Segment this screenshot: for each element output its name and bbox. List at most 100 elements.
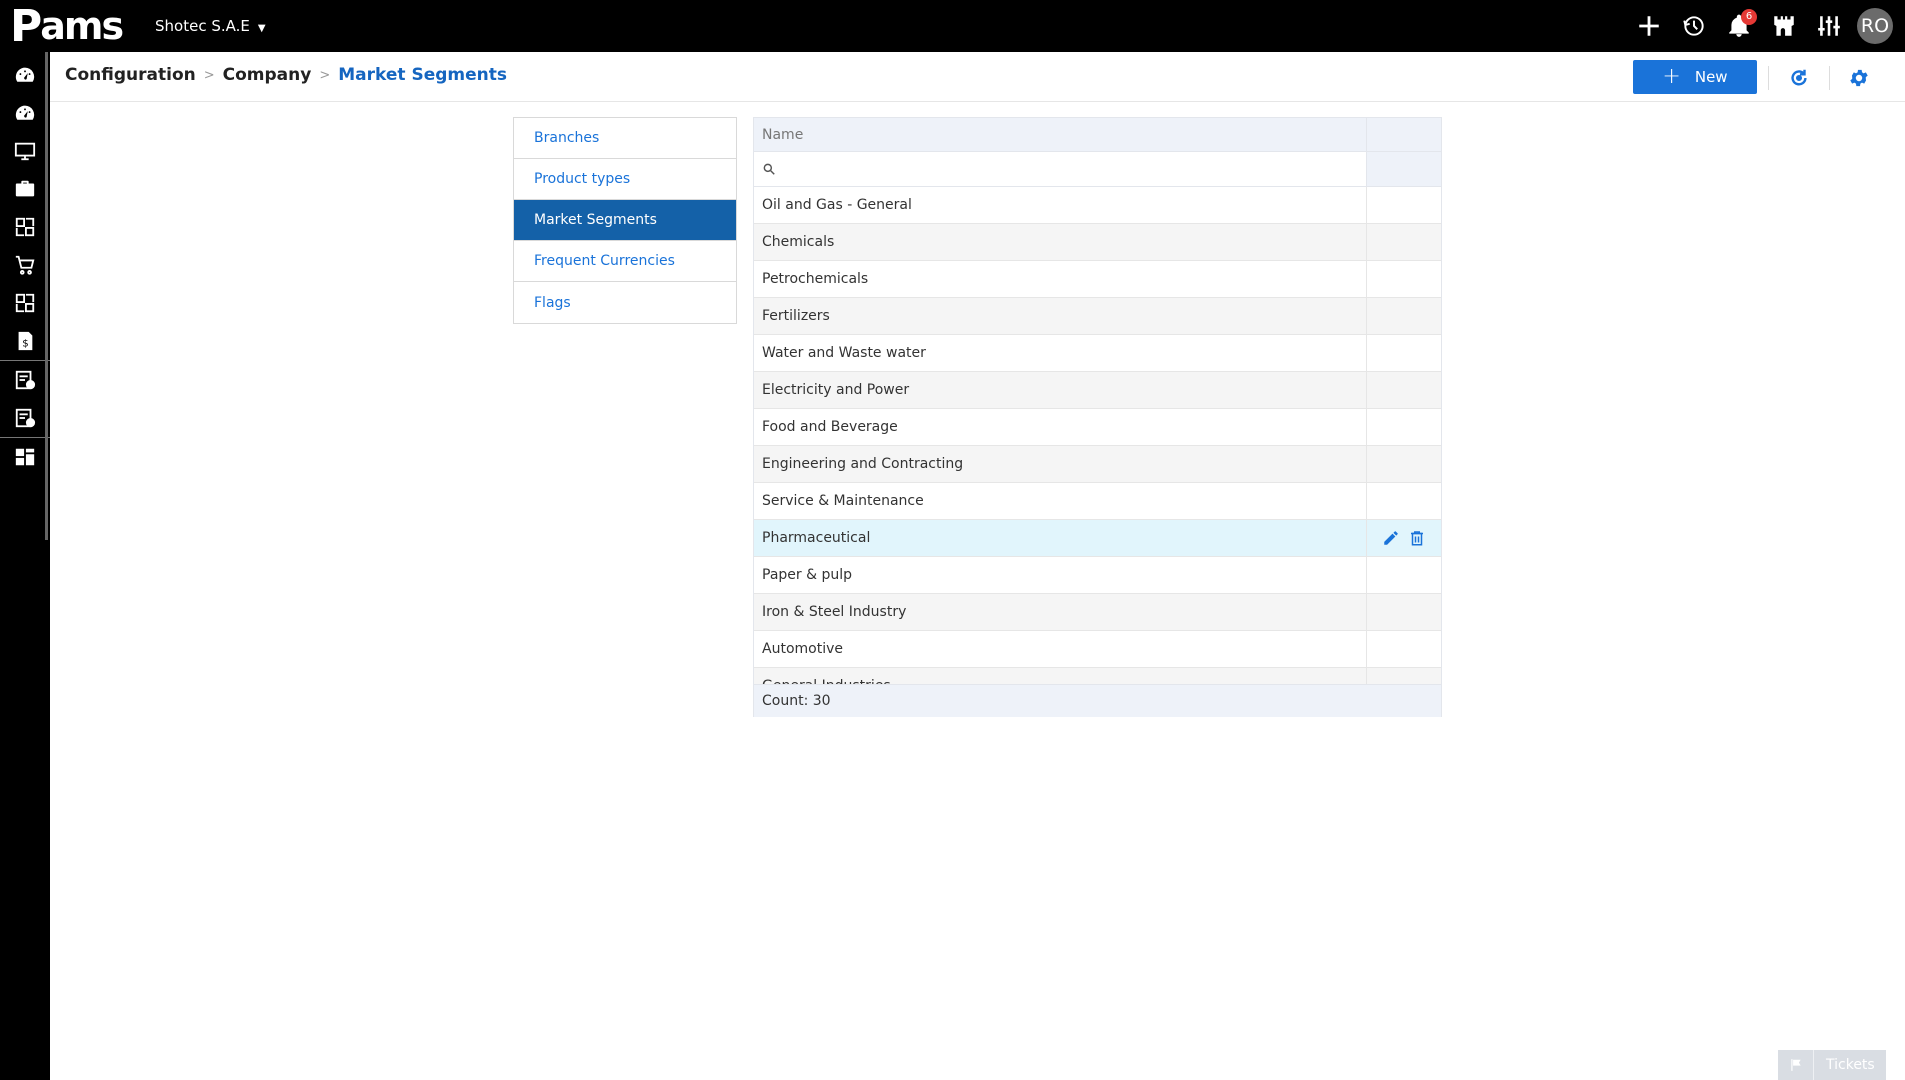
segment-name-cell: Pharmaceutical <box>754 520 1367 556</box>
breadcrumb-configuration[interactable]: Configuration <box>65 65 196 85</box>
tab-branches[interactable]: Branches <box>514 118 736 159</box>
cart-icon[interactable] <box>0 246 50 284</box>
sliders-icon[interactable] <box>1806 0 1851 52</box>
column-header-name[interactable]: Name <box>754 118 1367 151</box>
chevron-down-icon: ▼ <box>257 23 266 34</box>
table-row[interactable]: Food and Beverage <box>754 409 1441 446</box>
refresh-icon[interactable] <box>1786 65 1812 91</box>
segment-name-cell: Oil and Gas - General <box>754 187 1367 223</box>
table-row[interactable]: Service & Maintenance <box>754 483 1441 520</box>
flag-icon <box>1778 1050 1814 1080</box>
table-row[interactable]: Fertilizers <box>754 298 1441 335</box>
row-count: Count: 30 <box>762 693 831 709</box>
company-name: Shotec S.A.E <box>155 17 250 35</box>
row-actions-cell <box>1367 298 1441 334</box>
segment-name-cell: Fertilizers <box>754 298 1367 334</box>
tab-frequent-currencies[interactable]: Frequent Currencies <box>514 241 736 282</box>
table-row[interactable]: Engineering and Contracting <box>754 446 1441 483</box>
invoice-icon[interactable]: $ <box>0 322 50 360</box>
monitor-icon[interactable] <box>0 132 50 170</box>
table-row[interactable]: Iron & Steel Industry <box>754 594 1441 631</box>
add-icon[interactable] <box>1626 0 1671 52</box>
notification-badge: 6 <box>1741 9 1757 25</box>
row-actions-cell <box>1367 557 1441 593</box>
row-actions-cell <box>1367 483 1441 519</box>
table-row[interactable]: Automotive <box>754 631 1441 668</box>
dashboard-icon[interactable] <box>0 56 50 94</box>
table-row[interactable]: General Industries <box>754 668 1441 684</box>
dashboard-alt-icon[interactable] <box>0 94 50 132</box>
modules-icon[interactable] <box>0 208 50 246</box>
table-row[interactable]: Chemicals <box>754 224 1441 261</box>
table-row[interactable]: Paper & pulp <box>754 557 1441 594</box>
tickets-label: Tickets <box>1826 1057 1875 1073</box>
trash-icon[interactable] <box>1408 529 1426 547</box>
table-row[interactable]: Electricity and Power <box>754 372 1441 409</box>
header-divider <box>1829 66 1830 90</box>
tab-product-types[interactable]: Product types <box>514 159 736 200</box>
grid-filter-row <box>754 152 1441 187</box>
user-avatar[interactable]: RO <box>1857 8 1893 44</box>
history-icon[interactable] <box>1671 0 1716 52</box>
edit-icon[interactable] <box>1382 529 1400 547</box>
grid-body[interactable]: Oil and Gas - General Chemicals Petrochemi… <box>754 187 1441 684</box>
settings-tabs: Branches Product types Market Segments F… <box>513 117 737 324</box>
row-actions-cell <box>1367 409 1441 445</box>
row-actions-cell <box>1367 631 1441 667</box>
briefcase-icon[interactable] <box>0 170 50 208</box>
modules-alt-icon[interactable] <box>0 284 50 322</box>
tab-market-segments[interactable]: Market Segments <box>514 200 736 241</box>
castle-icon[interactable] <box>1761 0 1806 52</box>
bell-icon[interactable]: 6 <box>1716 0 1761 52</box>
segment-name-cell: General Industries <box>754 668 1367 684</box>
market-segments-grid: Name Oil and Gas - General Chemicals Petro… <box>753 117 1442 717</box>
segment-name-cell: Engineering and Contracting <box>754 446 1367 482</box>
segment-name-cell: Chemicals <box>754 224 1367 260</box>
row-actions-cell <box>1367 224 1441 260</box>
plus-icon: + <box>1662 64 1681 89</box>
segment-name-cell: Electricity and Power <box>754 372 1367 408</box>
chevron-right-icon: > <box>203 67 215 83</box>
row-actions-cell <box>1367 261 1441 297</box>
checklist-icon[interactable] <box>0 361 50 399</box>
top-bar: Pams Shotec S.A.E ▼ 6 RO <box>0 0 1905 52</box>
company-selector[interactable]: Shotec S.A.E ▼ <box>155 17 266 35</box>
table-row[interactable]: Pharmaceutical <box>754 520 1441 557</box>
tickets-button[interactable]: Tickets <box>1778 1050 1886 1080</box>
breadcrumb: Configuration > Company > Market Segment… <box>65 65 507 85</box>
sidebar: $ <box>0 52 50 1080</box>
filter-actions-cell <box>1367 152 1441 186</box>
row-actions-cell <box>1367 594 1441 630</box>
row-actions-cell <box>1367 372 1441 408</box>
report-icon[interactable] <box>0 399 50 437</box>
row-actions-cell <box>1367 668 1441 684</box>
segment-name-cell: Paper & pulp <box>754 557 1367 593</box>
sidebar-scrollbar[interactable] <box>45 52 48 540</box>
app-logo[interactable]: Pams <box>10 1 124 52</box>
segment-name-cell: Petrochemicals <box>754 261 1367 297</box>
svg-text:$: $ <box>22 339 28 350</box>
segment-name-cell: Food and Beverage <box>754 409 1367 445</box>
breadcrumb-company[interactable]: Company <box>223 65 312 85</box>
layout-icon[interactable] <box>0 438 50 476</box>
table-row[interactable]: Petrochemicals <box>754 261 1441 298</box>
row-actions-cell <box>1367 446 1441 482</box>
new-button-label: New <box>1694 68 1728 86</box>
header-divider <box>1768 66 1769 90</box>
row-actions-cell <box>1367 335 1441 371</box>
grid-footer: Count: 30 <box>754 684 1441 717</box>
row-actions-cell <box>1367 520 1441 556</box>
gear-icon[interactable] <box>1846 65 1872 91</box>
search-icon <box>763 163 775 175</box>
page-header: Configuration > Company > Market Segment… <box>50 52 1905 102</box>
table-row[interactable]: Oil and Gas - General <box>754 187 1441 224</box>
segment-name-cell: Service & Maintenance <box>754 483 1367 519</box>
name-filter-input[interactable] <box>776 154 1366 184</box>
new-button[interactable]: + New <box>1633 60 1757 94</box>
chevron-right-icon: > <box>319 67 331 83</box>
table-row[interactable]: Water and Waste water <box>754 335 1441 372</box>
grid-header: Name <box>754 118 1441 152</box>
segment-name-cell: Automotive <box>754 631 1367 667</box>
tab-flags[interactable]: Flags <box>514 282 736 323</box>
row-actions-cell <box>1367 187 1441 223</box>
